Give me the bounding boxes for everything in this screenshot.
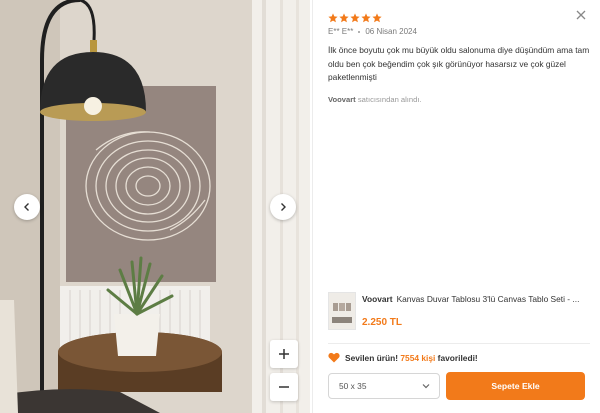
review-meta: E** E** 06 Nisan 2024 [328,27,417,36]
section-divider [328,343,590,344]
product-brand: Voovart [362,294,393,304]
next-photo-button[interactable] [270,194,296,220]
star-icon [328,13,338,23]
zoom-out-button[interactable] [270,373,298,401]
favorites-line: Sevilen ürün! 7554 kişi favoriledi! [328,352,478,363]
product-title[interactable]: Voovart Kanvas Duvar Tablosu 3'lü Canvas … [362,294,590,304]
add-to-cart-button[interactable]: Sepete Ekle [446,372,585,400]
seller-line: Voovart satıcısından alındı. [328,95,422,104]
review-photo [0,0,310,413]
review-panel: E** E** 06 Nisan 2024 İlk önce boyutu ço… [313,0,600,413]
minus-icon [279,386,289,388]
size-select[interactable]: 50 x 35 [328,373,440,399]
star-icon [350,13,360,23]
review-text: İlk önce boyutu çok mu büyük oldu salonu… [328,45,590,82]
review-photo-viewer [0,0,310,413]
favorites-prefix: Sevilen ürün! [345,352,399,363]
zoom-in-button[interactable] [270,340,298,368]
star-rating [328,13,382,23]
favorites-suffix: favoriledi! [437,352,478,363]
seller-name[interactable]: Voovart [328,95,356,104]
product-thumbnail[interactable] [328,292,356,330]
product-name: Kanvas Duvar Tablosu 3'lü Canvas Tablo S… [396,294,580,304]
review-author: E** E** [328,27,354,36]
meta-separator [358,30,361,33]
star-icon [361,13,371,23]
product-card[interactable]: Voovart Kanvas Duvar Tablosu 3'lü Canvas … [328,292,590,336]
heart-icon [328,352,340,363]
chevron-right-icon [281,203,286,211]
chevron-down-icon [422,384,430,389]
close-icon [576,10,586,20]
seller-suffix: satıcısından alındı. [357,95,422,104]
product-price: 2.250 TL [362,317,403,328]
size-select-value: 50 x 35 [339,381,367,391]
chevron-left-icon [24,203,29,211]
plus-icon [279,349,289,359]
close-button[interactable] [574,8,588,22]
previous-photo-button[interactable] [14,194,40,220]
star-icon [339,13,349,23]
product-thumbnail-image [329,293,355,329]
favorites-count: 7554 kişi [400,352,436,363]
review-date: 06 Nisan 2024 [365,27,417,36]
star-icon [372,13,382,23]
